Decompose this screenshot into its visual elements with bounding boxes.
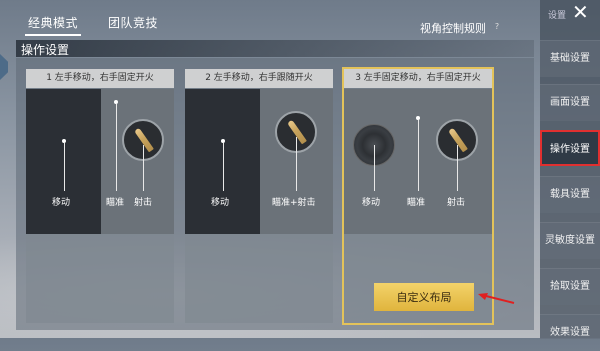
sidebar-item-sensitivity[interactable]: 灵敏度设置	[540, 222, 600, 259]
close-icon[interactable]: ✕	[572, 2, 589, 22]
custom-layout-button[interactable]: 自定义布局	[374, 283, 474, 311]
sidebar-item-controls[interactable]: 操作设置	[540, 130, 600, 166]
control-scheme-card-2[interactable]: 2 左手移动，右手跟随开火 移动 瞄准+射击	[185, 69, 333, 323]
fire-label: 射击	[447, 198, 466, 208]
fire-line	[143, 145, 144, 191]
section-title: 操作设置	[21, 43, 70, 57]
sidebar-title: 设置	[548, 11, 567, 21]
fire-label: 射击	[134, 198, 153, 208]
tab-classic-mode[interactable]: 经典模式	[25, 14, 82, 36]
sidebar-item-effects[interactable]: 效果设置	[540, 314, 600, 339]
sidebar-item-basic[interactable]: 基础设置	[540, 40, 600, 77]
help-icon[interactable]: ?	[492, 22, 502, 32]
card-header: 3 左手固定移动，右手固定开火	[344, 69, 492, 88]
fire-line	[457, 145, 458, 191]
aim-label: 瞄准	[106, 198, 125, 208]
aim-line	[116, 104, 117, 191]
card-header: 2 左手移动，右手跟随开火	[185, 69, 333, 88]
tab-team-deathmatch[interactable]: 团队竞技	[108, 14, 158, 31]
sidebar-item-pickup[interactable]: 拾取设置	[540, 268, 600, 305]
view-control-rules-link[interactable]: 视角控制规则	[420, 20, 486, 36]
move-line	[374, 145, 375, 191]
aim-label: 瞄准	[407, 198, 426, 208]
move-label: 移动	[362, 198, 381, 208]
move-label: 移动	[211, 198, 230, 208]
card-footer-area	[26, 234, 174, 323]
collapse-marker	[0, 54, 8, 80]
bullet-icon	[448, 127, 468, 153]
move-line	[223, 143, 224, 191]
card-header: 1 左手移动，右手固定开火	[26, 69, 174, 88]
section-header: 操作设置	[16, 40, 534, 57]
move-line	[64, 143, 65, 191]
right-zone	[101, 89, 174, 234]
control-scheme-card-1[interactable]: 1 左手移动，右手固定开火 移动 瞄准 射击	[26, 69, 174, 323]
bullet-icon	[134, 127, 154, 153]
aim-fire-line	[296, 137, 297, 191]
red-arrow-annotation	[478, 293, 515, 304]
aim-line	[418, 120, 419, 191]
sidebar-item-vehicle[interactable]: 载具设置	[540, 176, 600, 213]
active-tab-underline	[25, 34, 82, 36]
bullet-icon	[287, 119, 307, 145]
move-label: 移动	[52, 198, 71, 208]
aim-fire-label: 瞄准+射击	[272, 198, 316, 208]
card-footer-area	[185, 234, 333, 323]
sidebar-item-graphics[interactable]: 画面设置	[540, 84, 600, 121]
